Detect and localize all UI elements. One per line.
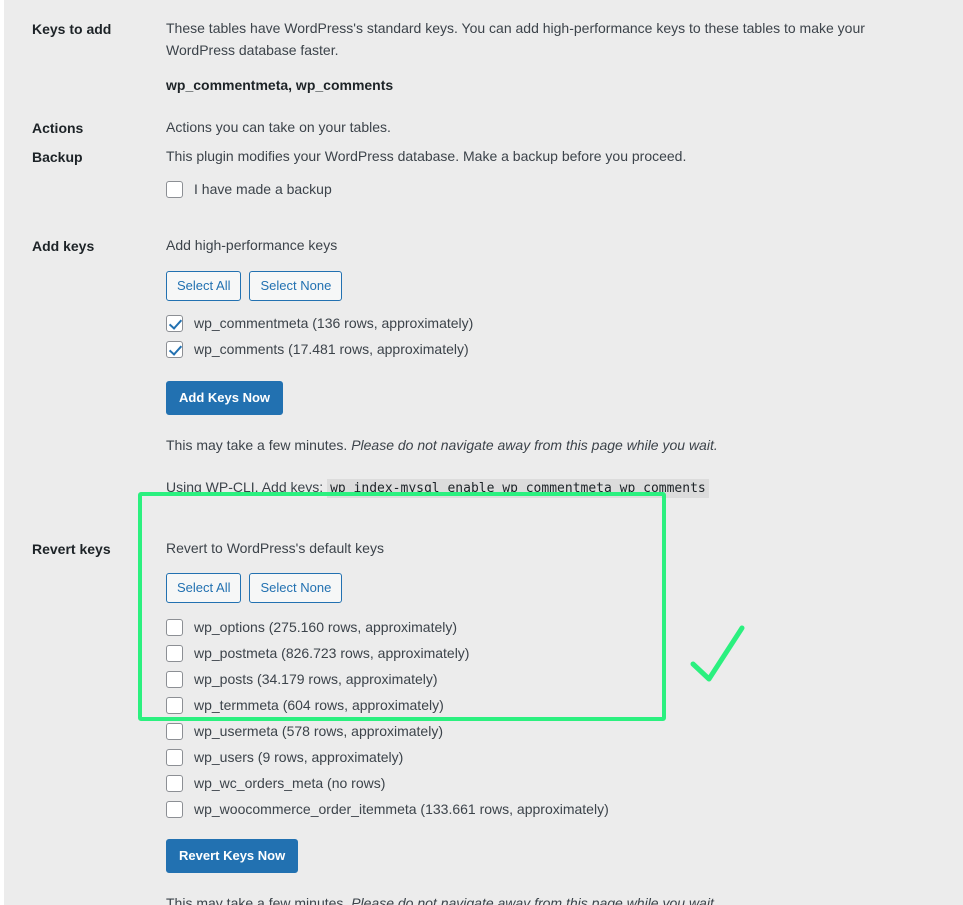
add-keys-select-buttons: Select All Select None [166,270,943,301]
add-keys-cli-prefix: Using WP-CLI, Add keys: [166,478,328,495]
section-backup: Backup This plugin modifies your WordPre… [4,146,963,202]
revert-keys-description: Revert to WordPress's default keys [166,539,384,556]
keys-to-add-description: These tables have WordPress's standard k… [166,20,865,58]
add-keys-item-row[interactable]: wp_comments (17.481 rows, approximately) [166,337,943,363]
settings-page: Keys to add These tables have WordPress'… [4,0,963,905]
revert-keys-note-plain: This may take a few minutes. [166,895,352,905]
section-body-backup: This plugin modifies your WordPress data… [166,146,963,202]
revert-keys-item-checkbox[interactable] [166,696,183,714]
revert-keys-note-italic: Please do not navigate away from this pa… [351,895,718,905]
revert-keys-item-label: wp_usermeta (578 rows, approximately) [194,722,443,739]
section-label-actions: Actions [32,120,84,137]
revert-keys-item-label: wp_users (9 rows, approximately) [194,748,404,765]
add-keys-description: Add high-performance keys [166,237,338,254]
section-label-add-keys: Add keys [32,238,95,255]
revert-keys-item-checkbox[interactable] [166,670,183,688]
add-keys-note: This may take a few minutes. Please do n… [166,435,943,456]
add-keys-select-all-button[interactable]: Select All [166,270,242,301]
add-keys-cli-line: Using WP-CLI, Add keys: wp index-mysql e… [166,475,896,501]
revert-keys-item-label: wp_woocommerce_order_itemmeta (133.661 r… [194,800,609,817]
add-keys-note-italic: Please do not navigate away from this pa… [351,436,718,453]
backup-checkbox-row[interactable]: I have made a backup [166,176,943,202]
revert-keys-item-row[interactable]: wp_options (275.160 rows, approximately) [166,614,943,640]
revert-keys-select-buttons: Select All Select None [166,573,943,604]
revert-keys-item-label: wp_postmeta (826.723 rows, approximately… [194,644,470,661]
section-body-revert-keys: Revert to WordPress's default keys Selec… [166,538,963,905]
revert-keys-item-checkbox[interactable] [166,644,183,662]
revert-keys-select-all-button[interactable]: Select All [166,573,242,604]
section-body-actions: Actions you can take on your tables. [166,117,963,139]
revert-keys-item-row[interactable]: wp_users (9 rows, approximately) [166,744,943,770]
section-label-keys-to-add: Keys to add [32,21,112,37]
revert-keys-checkbox-list: wp_options (275.160 rows, approximately)… [166,614,943,822]
backup-checkbox-label: I have made a backup [194,180,332,197]
add-keys-submit-wrap: Add Keys Now [166,380,943,415]
revert-keys-item-checkbox[interactable] [166,774,183,792]
revert-keys-item-checkbox[interactable] [166,800,183,818]
section-add-keys: Add keys Add high-performance keys Selec… [4,235,963,500]
revert-keys-item-checkbox[interactable] [166,722,183,740]
add-keys-now-button[interactable]: Add Keys Now [166,380,284,415]
revert-keys-item-row[interactable]: wp_wc_orders_meta (no rows) [166,770,943,796]
revert-keys-item-row[interactable]: wp_usermeta (578 rows, approximately) [166,718,943,744]
section-body-keys-to-add: These tables have WordPress's standard k… [166,18,963,96]
revert-keys-item-checkbox[interactable] [166,748,183,766]
section-label-backup: Backup [32,149,83,166]
section-keys-to-add: Keys to add These tables have WordPress'… [4,0,963,96]
revert-keys-item-row[interactable]: wp_woocommerce_order_itemmeta (133.661 r… [166,796,943,822]
revert-keys-item-row[interactable]: wp_postmeta (826.723 rows, approximately… [166,640,943,666]
add-keys-item-row[interactable]: wp_commentmeta (136 rows, approximately) [166,311,943,337]
revert-keys-item-row[interactable]: wp_posts (34.179 rows, approximately) [166,666,943,692]
add-keys-item-checkbox[interactable] [166,315,183,333]
actions-description: Actions you can take on your tables. [166,119,391,136]
add-keys-item-label: wp_comments (17.481 rows, approximately) [194,341,469,358]
backup-checkbox[interactable] [166,180,183,198]
add-keys-checkbox-list: wp_commentmeta (136 rows, approximately)… [166,311,943,363]
revert-keys-note: This may take a few minutes. Please do n… [166,893,943,905]
revert-keys-item-label: wp_options (275.160 rows, approximately) [194,618,458,635]
add-keys-item-label: wp_commentmeta (136 rows, approximately) [194,315,474,332]
keys-to-add-table-list: wp_commentmeta, wp_comments [166,77,394,94]
revert-keys-item-label: wp_posts (34.179 rows, approximately) [194,670,438,687]
add-keys-note-plain: This may take a few minutes. [166,436,352,453]
add-keys-select-none-button[interactable]: Select None [249,270,343,301]
revert-keys-item-label: wp_termmeta (604 rows, approximately) [194,696,444,713]
revert-keys-now-button[interactable]: Revert Keys Now [166,839,299,874]
section-actions: Actions Actions you can take on your tab… [4,117,963,139]
revert-keys-submit-wrap: Revert Keys Now [166,839,943,874]
add-keys-item-checkbox[interactable] [166,341,183,359]
section-body-add-keys: Add high-performance keys Select All Sel… [166,235,963,500]
add-keys-cli-command[interactable]: wp index-mysql enable wp_commentmeta wp_… [327,478,709,498]
revert-keys-item-row[interactable]: wp_termmeta (604 rows, approximately) [166,692,943,718]
revert-keys-select-none-button[interactable]: Select None [249,573,343,604]
revert-keys-item-checkbox[interactable] [166,618,183,636]
revert-keys-item-label: wp_wc_orders_meta (no rows) [194,774,386,791]
backup-description: This plugin modifies your WordPress data… [166,148,687,165]
section-label-revert-keys: Revert keys [32,540,111,557]
section-revert-keys: Revert keys Revert to WordPress's defaul… [4,538,963,905]
